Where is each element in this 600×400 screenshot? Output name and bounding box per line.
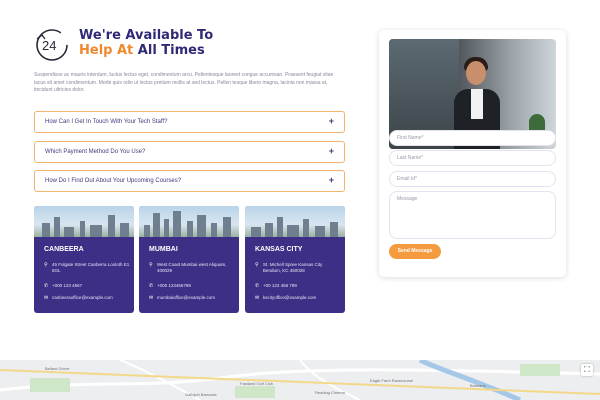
office-address: ⚲ St. Michell Spree Kansas City Bendum, K… [255, 262, 323, 273]
message-field[interactable]: Message [389, 191, 556, 239]
location-pin-icon: ⚲ [149, 262, 153, 268]
office-city: MUMBAI [149, 246, 178, 253]
intro-paragraph: Suspendisse ac mauris interdum, luctus l… [34, 72, 334, 93]
phone-icon: ✆ [149, 283, 154, 289]
map-label: Brisbane [470, 383, 486, 388]
faq-question: How Can I Get In Touch With Your Tech St… [45, 119, 168, 125]
map-roads [0, 360, 600, 400]
phone-icon: ✆ [255, 283, 260, 289]
message-placeholder: Message [397, 196, 418, 202]
office-city: CANBEERA [44, 246, 84, 253]
office-card-mumbai: MUMBAI ⚲ West Coast Mumbai west Aliquam, … [139, 206, 239, 313]
faq-question: Which Payment Method Do You Use? [45, 149, 146, 155]
location-pin-icon: ⚲ [44, 262, 48, 268]
send-message-button[interactable]: Send Message [389, 244, 441, 259]
office-card-kansas-city: KANSAS CITY ⚲ St. Michell Spree Kansas Ci… [245, 206, 345, 313]
first-name-placeholder: First Name* [397, 135, 424, 141]
mail-icon: ✉ [255, 295, 260, 301]
map-label: Eagle Farm Racecourse [370, 378, 414, 383]
plus-icon[interactable]: + [329, 146, 334, 156]
last-name-field[interactable]: Last Name* [389, 150, 556, 166]
map-label: Reading Cinema [315, 390, 345, 395]
phone-icon: ✆ [44, 283, 49, 289]
location-pin-icon: ⚲ [255, 262, 259, 268]
mail-icon: ✉ [149, 295, 154, 301]
contact-form-card: First Name* Last Name* Email Id* Message… [379, 30, 566, 277]
office-phone[interactable]: ✆ +000 123 4567 [44, 283, 130, 289]
icon-24-text: 24 [42, 38, 56, 53]
city-skyline-image [34, 206, 134, 237]
faq-item[interactable]: Which Payment Method Do You Use? + [34, 141, 345, 163]
last-name-placeholder: Last Name* [397, 155, 424, 161]
office-phone[interactable]: ✆ +000 123456789 [149, 283, 235, 289]
faq-item[interactable]: How Can I Get In Touch With Your Tech St… [34, 111, 345, 133]
title-accent: Help At [79, 43, 134, 58]
page-title: We're Available To Help At All Times [79, 28, 213, 58]
email-placeholder: Email Id* [397, 176, 418, 182]
city-skyline-image [139, 206, 239, 237]
map-label: Fastland Golf Club [240, 381, 274, 386]
map-label: Gallojoh Barracks [185, 392, 217, 397]
office-city: KANSAS CITY [255, 246, 303, 253]
office-address: ⚲ 45 Folgate Street Canberra Looloth E1 6… [44, 262, 130, 273]
faq-question: How Do I Find Out About Your Upcoming Co… [45, 178, 182, 184]
title-rest: All Times [137, 43, 205, 58]
faq-item[interactable]: How Do I Find Out About Your Upcoming Co… [34, 170, 345, 192]
office-phone[interactable]: ✆ +00 123 456 789 [255, 283, 341, 289]
office-email[interactable]: ✉ canbeeraoffice@example.com [44, 295, 130, 301]
office-card-canbeera: CANBEERA ⚲ 45 Folgate Street Canberra Loo… [34, 206, 134, 313]
24-hours-support-icon: 24 [36, 29, 68, 61]
plus-icon[interactable]: + [329, 175, 334, 185]
plus-icon[interactable]: + [329, 116, 334, 126]
title-line-1: We're Available To [79, 28, 214, 43]
map-label: Bellard Grove [45, 366, 70, 371]
office-email[interactable]: ✉ mumbaioffice@example.com [149, 295, 235, 301]
city-skyline-image [245, 206, 345, 237]
first-name-field[interactable]: First Name* [389, 130, 556, 146]
location-map[interactable]: Bellard Grove Gallojoh Barracks Fastland… [0, 360, 600, 400]
office-email[interactable]: ✉ kscityoffice@example.com [255, 295, 341, 301]
fullscreen-icon[interactable]: ⛶ [581, 364, 593, 376]
mail-icon: ✉ [44, 295, 49, 301]
office-address: ⚲ West Coast Mumbai west Aliquam, 400029 [149, 262, 227, 273]
email-field[interactable]: Email Id* [389, 171, 556, 187]
